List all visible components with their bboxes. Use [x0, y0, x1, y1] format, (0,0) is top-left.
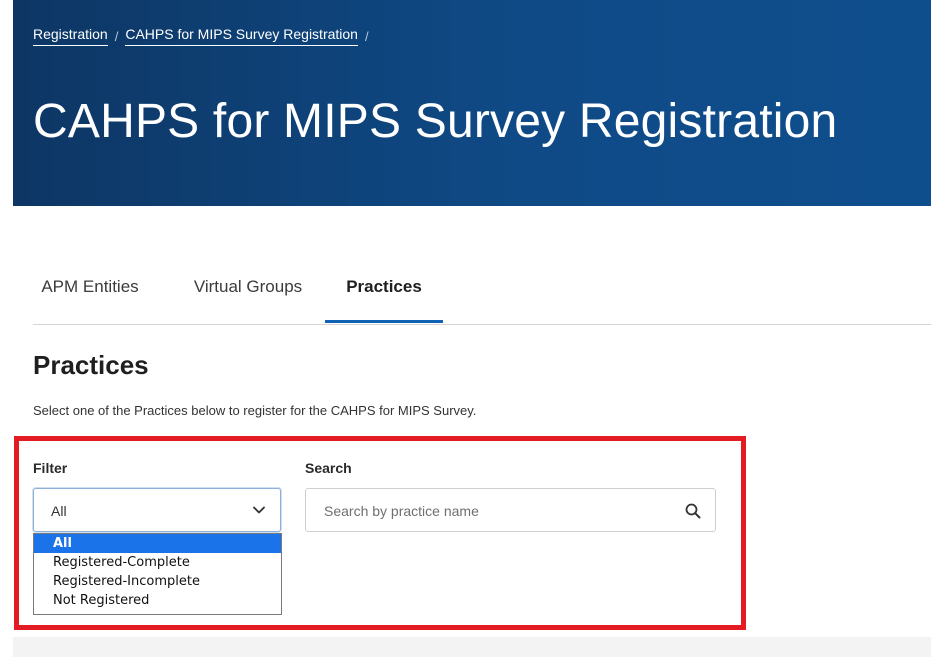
- filter-option-registered-complete[interactable]: Registered-Complete: [34, 553, 281, 572]
- filter-select[interactable]: All: [33, 488, 281, 532]
- search-input[interactable]: [324, 501, 664, 521]
- filter-selected-value: All: [51, 503, 67, 519]
- page-header-banner: Registration / CAHPS for MIPS Survey Reg…: [13, 0, 931, 206]
- breadcrumb-separator: /: [364, 28, 369, 44]
- tab-practices[interactable]: Practices: [325, 262, 443, 323]
- section-description: Select one of the Practices below to reg…: [33, 403, 477, 418]
- breadcrumb-registration-link[interactable]: Registration: [33, 26, 108, 46]
- filter-option-all[interactable]: All: [34, 534, 281, 553]
- tab-virtual-groups[interactable]: Virtual Groups: [178, 262, 318, 322]
- breadcrumb: Registration / CAHPS for MIPS Survey Reg…: [33, 26, 376, 46]
- search-box: [305, 488, 716, 532]
- filter-option-registered-incomplete[interactable]: Registered-Incomplete: [34, 572, 281, 591]
- tab-apm-entities[interactable]: APM Entities: [33, 262, 147, 322]
- filter-label: Filter: [33, 460, 68, 476]
- filter-option-not-registered[interactable]: Not Registered: [34, 591, 281, 610]
- search-icon[interactable]: [684, 502, 702, 520]
- chevron-down-icon: [253, 506, 265, 514]
- tab-bar: APM Entities Virtual Groups Practices: [33, 262, 931, 325]
- page-title: CAHPS for MIPS Survey Registration: [33, 95, 838, 148]
- breadcrumb-separator: /: [114, 28, 119, 44]
- section-title: Practices: [33, 350, 149, 380]
- search-label: Search: [305, 460, 352, 476]
- filter-options-list: All Registered-Complete Registered-Incom…: [33, 533, 282, 615]
- breadcrumb-cahps-link[interactable]: CAHPS for MIPS Survey Registration: [125, 26, 358, 46]
- content-footer-band: [13, 637, 931, 657]
